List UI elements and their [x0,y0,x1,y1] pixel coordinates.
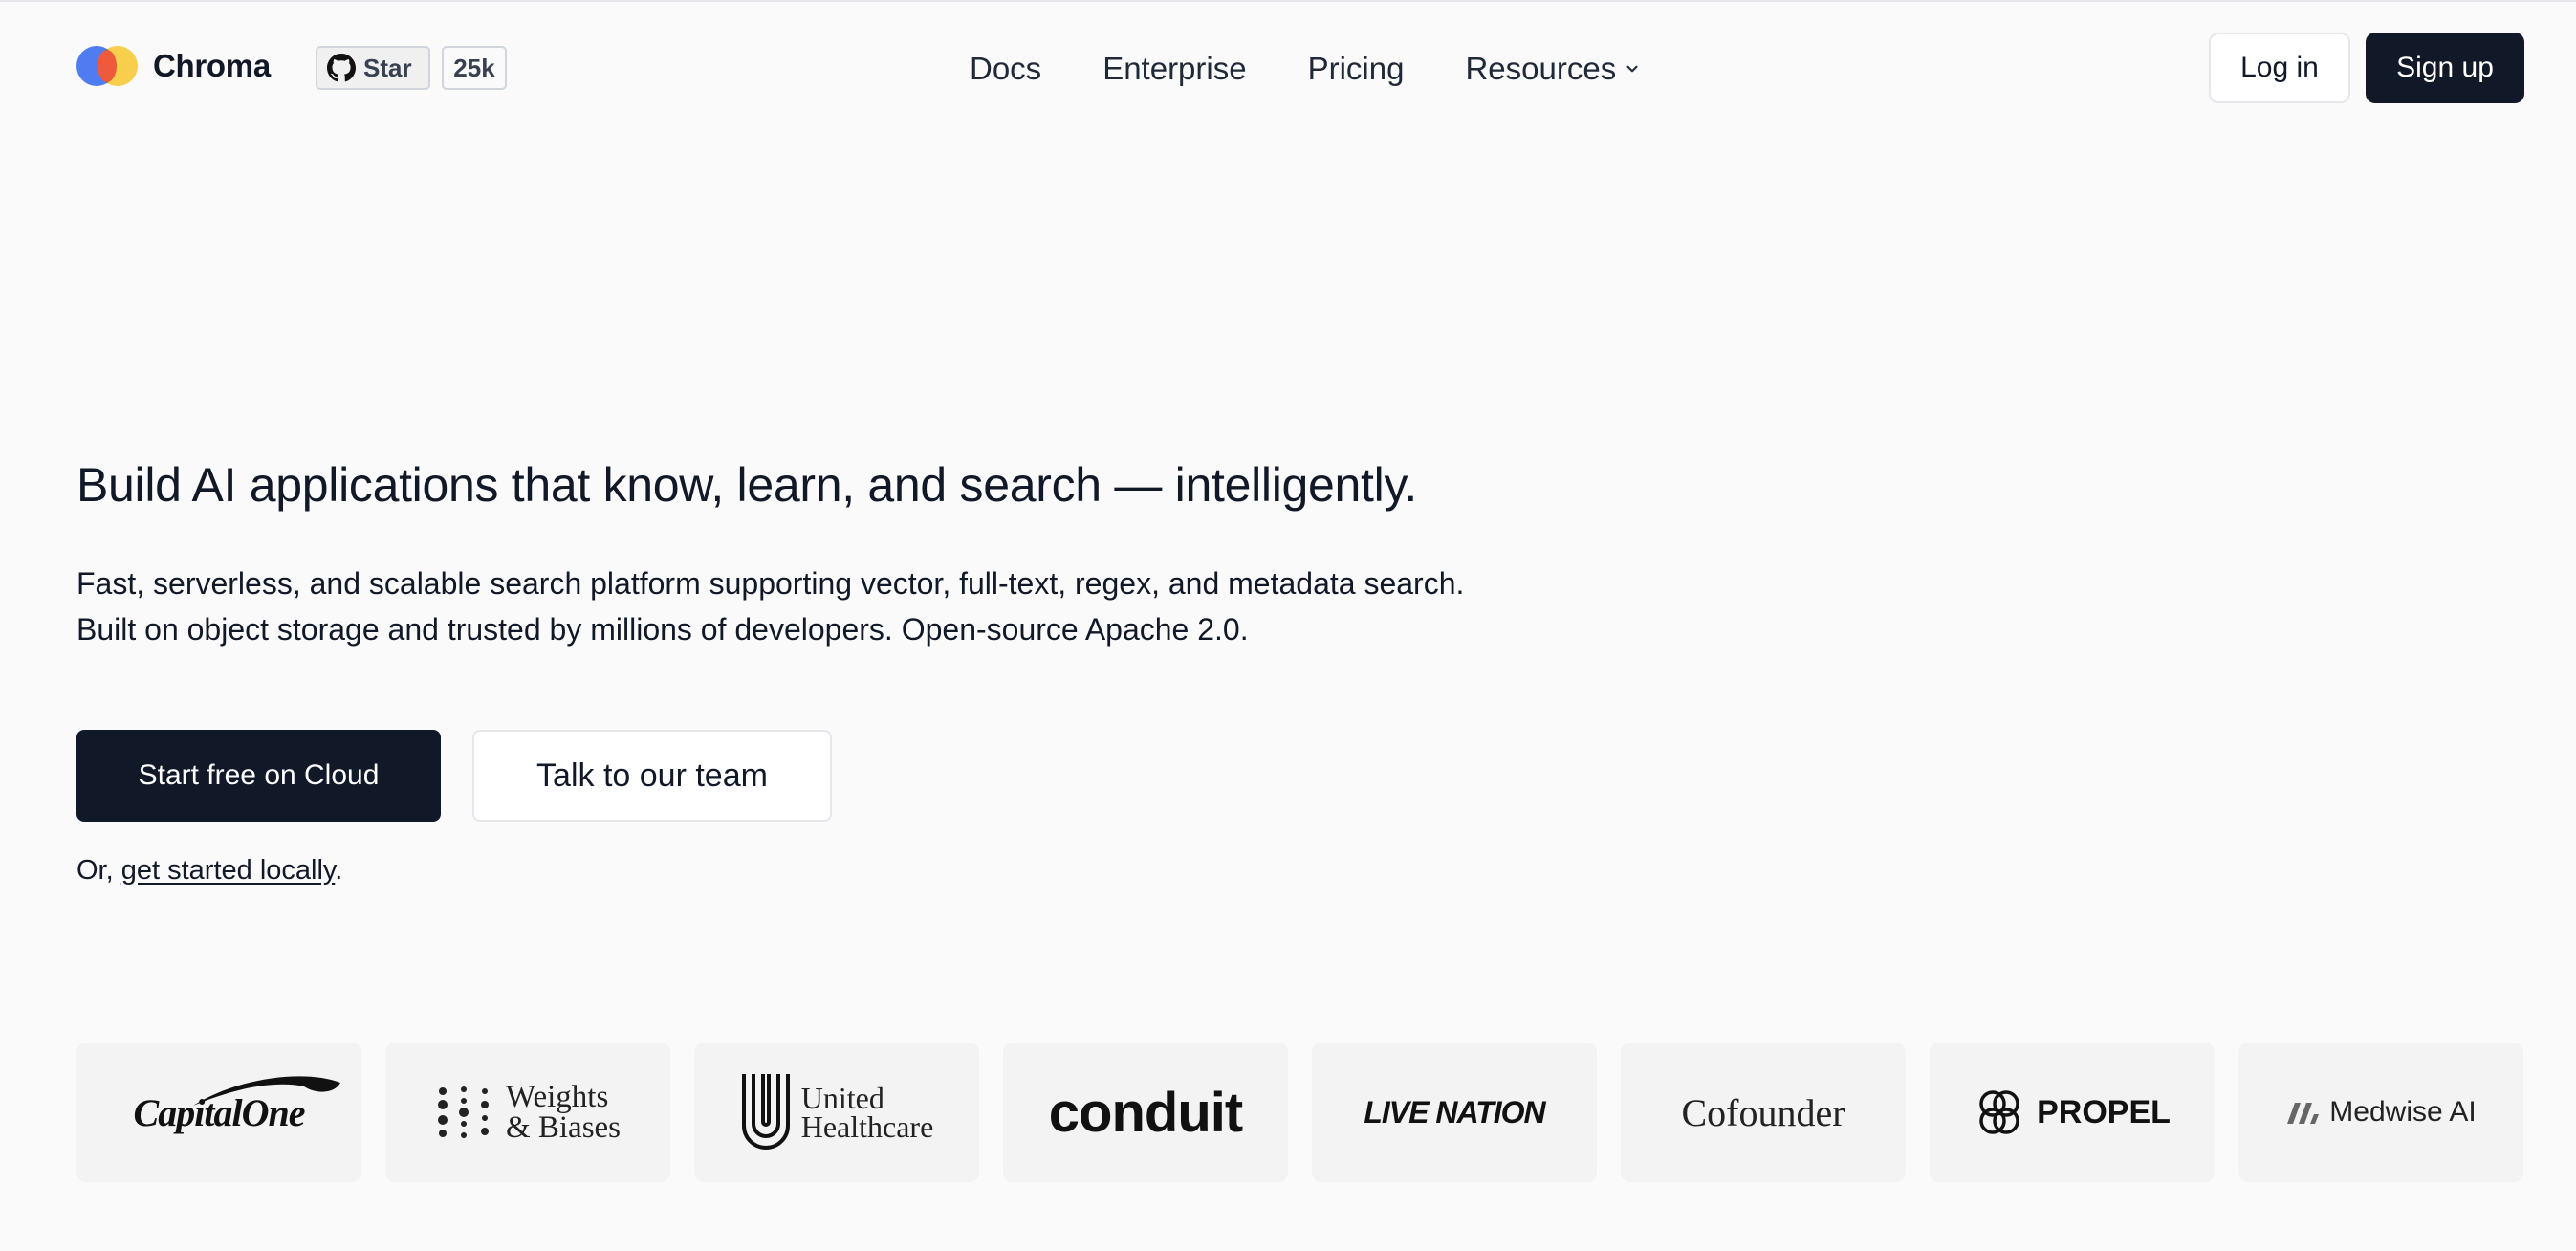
hero-subtitle: Fast, serverless, and scalable search pl… [76,560,1464,652]
login-button[interactable]: Log in [2209,33,2350,103]
local-prefix: Or, [76,855,121,886]
get-started-locally-line: Or, get started locally. [76,855,342,887]
logo-live-nation: LIVE NATION [1312,1042,1597,1182]
signup-button[interactable]: Sign up [2366,33,2524,103]
medwise-mark-icon [2287,1103,2320,1124]
logo-weights-biases: Weights & Biases [385,1042,670,1182]
customer-logos: CapitalOne Weights & Biases United Healt… [76,1042,2523,1182]
weights-biases-line-2: & Biases [505,1110,622,1145]
chroma-logo-icon [76,46,138,86]
nav-docs[interactable]: Docs [970,48,1041,90]
github-star-label: Star [363,53,412,82]
medwise-text: Medwise AI [2329,1096,2477,1128]
hero-title: Build AI applications that know, learn, … [76,458,1418,512]
nav-resources-label: Resources [1465,51,1617,86]
propel-text: PROPEL [2037,1093,2171,1130]
github-icon [327,54,356,82]
weights-biases-line-1: Weights [505,1080,609,1114]
propel-knot-icon [1979,1090,2019,1134]
nav-resources[interactable]: Resources [1465,48,1641,90]
united-healthcare-u-icon [741,1074,790,1150]
start-free-cloud-button[interactable]: Start free on Cloud [76,730,441,822]
capital-one-logo: CapitalOne [134,1075,340,1135]
logo-united-healthcare: United Healthcare [694,1042,979,1182]
brand-home-link[interactable]: Chroma [76,46,271,86]
local-suffix: . [335,855,343,886]
github-star-count[interactable]: 25k [442,46,507,90]
conduit-text: conduit [1048,1081,1243,1144]
main-nav: Docs Enterprise Pricing Resources [970,48,1702,90]
github-star-button[interactable]: Star [316,46,430,90]
logo-propel: PROPEL [1930,1042,2215,1182]
united-line-2: Healthcare [800,1109,934,1144]
hero-subtitle-line-2: Built on object storage and trusted by m… [76,612,1249,647]
logo-cofounder: Cofounder [1621,1042,1906,1182]
get-started-locally-link[interactable]: get started locally [121,855,336,886]
cofounder-text: Cofounder [1681,1090,1845,1134]
logo-capital-one: CapitalOne [76,1042,361,1182]
talk-to-team-button[interactable]: Talk to our team [472,730,832,822]
nav-pricing[interactable]: Pricing [1308,48,1405,90]
logo-medwise: Medwise AI [2238,1042,2523,1182]
live-nation-text: LIVE NATION [1364,1094,1545,1130]
brand-name: Chroma [153,48,271,83]
logo-conduit: conduit [1003,1042,1288,1182]
weights-biases-dots-icon [437,1086,489,1138]
hero-subtitle-line-1: Fast, serverless, and scalable search pl… [76,566,1465,601]
nav-enterprise[interactable]: Enterprise [1102,48,1246,90]
united-line-1: United [800,1081,884,1115]
top-navigation: Chroma Star 25k Docs Enterprise Pricing … [0,2,2576,134]
chevron-down-icon [1626,65,1638,73]
capital-one-swoosh-icon [192,1075,340,1106]
